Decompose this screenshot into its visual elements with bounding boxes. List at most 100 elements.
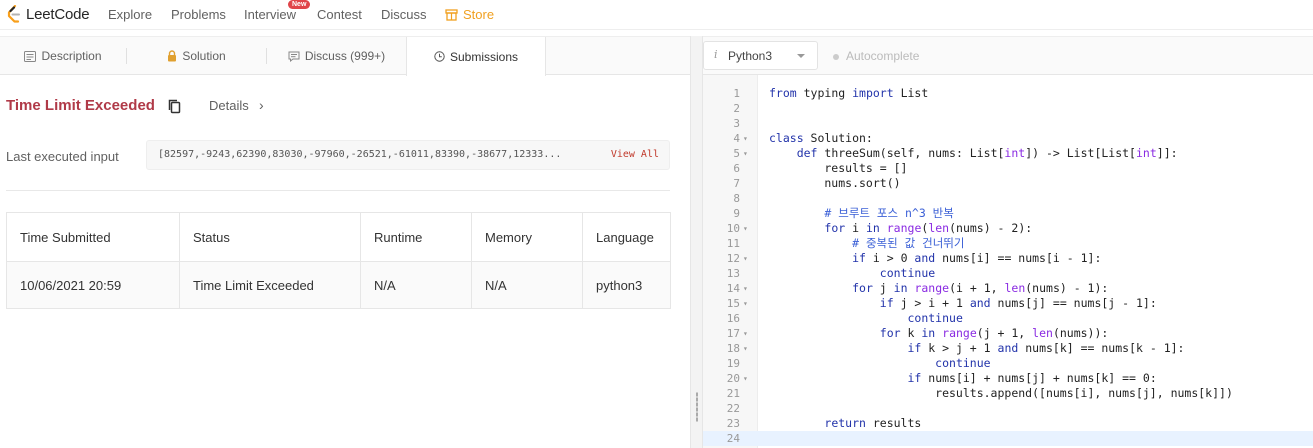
store-label: Store — [463, 7, 495, 22]
cell-memory: N/A — [471, 261, 583, 309]
fold-toggle-icon[interactable]: ▾ — [743, 131, 748, 146]
divider-line — [6, 190, 670, 191]
code-line[interactable]: 14 ▾ for j in range(i + 1, len(nums) - 1)… — [703, 281, 1313, 296]
line-number: 7 — [733, 177, 740, 190]
code-text: from typing import List — [769, 86, 929, 100]
fold-toggle-icon[interactable]: ▾ — [743, 281, 748, 296]
chevron-right-icon[interactable]: › — [259, 97, 264, 113]
code-line[interactable]: 10 ▾ for i in range(len(nums) - 2): — [703, 221, 1313, 236]
tab-description[interactable]: Description — [0, 37, 126, 75]
last-executed-input-label: Last executed input — [6, 149, 119, 164]
code-line[interactable]: 4 ▾ class Solution: — [703, 131, 1313, 146]
line-number: 12 — [726, 252, 740, 265]
code-text: # 브루트 포스 n^3 반복 — [824, 206, 954, 220]
line-number: 9 — [733, 207, 740, 220]
code-line[interactable]: 22 — [703, 401, 1313, 416]
lock-icon — [168, 50, 177, 62]
code-line[interactable]: 1 from typing import List — [703, 86, 1313, 101]
line-number: 16 — [726, 312, 740, 325]
nav-store[interactable]: Store — [445, 7, 494, 22]
fold-toggle-icon[interactable]: ▾ — [743, 326, 748, 341]
col-status[interactable]: Status — [179, 212, 361, 262]
code-line[interactable]: 18 ▾ if k > j + 1 and nums[k] == nums[k -… — [703, 341, 1313, 356]
line-number: 5 — [733, 147, 740, 160]
line-number: 13 — [726, 267, 740, 280]
cell-status[interactable]: Time Limit Exceeded — [179, 261, 361, 309]
fold-toggle-icon[interactable]: ▾ — [743, 371, 748, 386]
code-line[interactable]: 13 continue — [703, 266, 1313, 281]
code-line[interactable]: 21 results.append([nums[i], nums[j], num… — [703, 386, 1313, 401]
tab-discuss[interactable]: Discuss (999+) — [267, 37, 406, 75]
tab-discuss-label: Discuss (999+) — [304, 49, 386, 63]
code-text: return results — [824, 416, 922, 430]
nav-interview[interactable]: Interview New — [244, 0, 311, 22]
code-line[interactable]: 23 return results — [703, 416, 1313, 431]
comment-icon — [288, 51, 300, 62]
description-icon — [24, 50, 37, 62]
code-line[interactable]: 7 nums.sort() — [703, 176, 1313, 191]
last-executed-input-box: [82597,-9243,62390,83030,-97960,-26521,-… — [146, 140, 670, 170]
nav-discuss[interactable]: Discuss — [381, 7, 427, 22]
submissions-table: Time Submitted Status Runtime Memory Lan… — [6, 212, 671, 309]
code-editor[interactable]: 1 from typing import List 2 3 4 ▾ class Soluti… — [703, 75, 1313, 448]
code-line[interactable]: 16 continue — [703, 311, 1313, 326]
line-number: 1 — [733, 87, 740, 100]
fold-toggle-icon[interactable]: ▾ — [743, 221, 748, 236]
table-header-row: Time Submitted Status Runtime Memory Lan… — [6, 212, 671, 262]
clock-icon — [434, 51, 445, 62]
leetcode-logo-icon — [7, 5, 20, 23]
col-language[interactable]: Language — [582, 212, 671, 262]
autocomplete-toggle-dot[interactable] — [833, 54, 839, 60]
code-line[interactable]: 20 ▾ if nums[i] + nums[j] + nums[k] == 0: — [703, 371, 1313, 386]
code-text: def threeSum(self, nums: List[int]) -> L… — [796, 146, 1178, 160]
tab-submissions[interactable]: Submissions — [406, 37, 546, 76]
code-text: results.append([nums[i], nums[j], nums[k… — [769, 386, 1233, 400]
code-line[interactable]: 8 — [703, 191, 1313, 206]
code-line[interactable]: 9 # 브루트 포스 n^3 반복 — [703, 206, 1313, 221]
code-line[interactable]: 6 results = [] — [703, 161, 1313, 176]
nav-problems[interactable]: Problems — [171, 7, 226, 22]
copy-icon[interactable] — [168, 99, 181, 114]
table-row[interactable]: 10/06/2021 20:59 Time Limit Exceeded N/A… — [6, 261, 671, 309]
code-line[interactable]: 2 — [703, 101, 1313, 116]
fold-toggle-icon[interactable]: ▾ — [743, 296, 748, 311]
fold-toggle-icon[interactable]: ▾ — [743, 146, 748, 161]
line-number: 18 — [726, 342, 740, 355]
leetcode-logo[interactable]: LeetCode — [6, 5, 90, 23]
code-line[interactable]: 3 — [703, 116, 1313, 131]
fold-toggle-icon[interactable]: ▾ — [743, 341, 748, 356]
code-line[interactable]: 17 ▾ for k in range(j + 1, len(nums)): — [703, 326, 1313, 341]
tab-description-label: Description — [41, 49, 102, 63]
view-all-link[interactable]: View All — [611, 149, 659, 160]
code-line[interactable]: 19 continue — [703, 356, 1313, 371]
autocomplete-label[interactable]: Autocomplete — [846, 49, 919, 63]
last-executed-input-value: [82597,-9243,62390,83030,-97960,-26521,-… — [158, 149, 562, 160]
code-text: if k > j + 1 and nums[k] == nums[k - 1]: — [907, 341, 1185, 355]
code-text: results = [] — [769, 161, 908, 175]
details-link[interactable]: Details — [209, 98, 249, 113]
code-line[interactable]: 5 ▾ def threeSum(self, nums: List[int]) -… — [703, 146, 1313, 161]
nav-explore[interactable]: Explore — [108, 7, 152, 22]
language-select[interactable]: i Python3 — [703, 41, 818, 70]
nav-interview-label: Interview — [244, 7, 297, 22]
caret-down-icon — [797, 54, 805, 58]
cell-language: python3 — [582, 261, 671, 309]
panel-resize-handle[interactable] — [690, 36, 703, 448]
fold-toggle-icon[interactable]: ▾ — [743, 251, 748, 266]
col-runtime[interactable]: Runtime — [360, 212, 472, 262]
nav-contest[interactable]: Contest — [317, 7, 362, 22]
code-line[interactable]: 11 # 중복된 값 건너뛰기 — [703, 236, 1313, 251]
new-badge: New — [288, 0, 311, 9]
code-line[interactable]: 24 — [703, 431, 1313, 446]
code-line[interactable]: 15 ▾ if j > i + 1 and nums[j] == nums[j -… — [703, 296, 1313, 311]
problem-tabs: Description Solution Discuss (999+) Subm… — [0, 36, 690, 76]
line-number: 2 — [733, 102, 740, 115]
col-time-submitted[interactable]: Time Submitted — [6, 212, 180, 262]
code-line[interactable]: 12 ▾ if i > 0 and nums[i] == nums[i - 1]: — [703, 251, 1313, 266]
line-number: 17 — [726, 327, 740, 340]
line-number: 15 — [726, 297, 740, 310]
tab-solution[interactable]: Solution — [127, 37, 266, 75]
line-number: 24 — [726, 432, 740, 445]
col-memory[interactable]: Memory — [471, 212, 583, 262]
info-icon: i — [714, 48, 718, 61]
